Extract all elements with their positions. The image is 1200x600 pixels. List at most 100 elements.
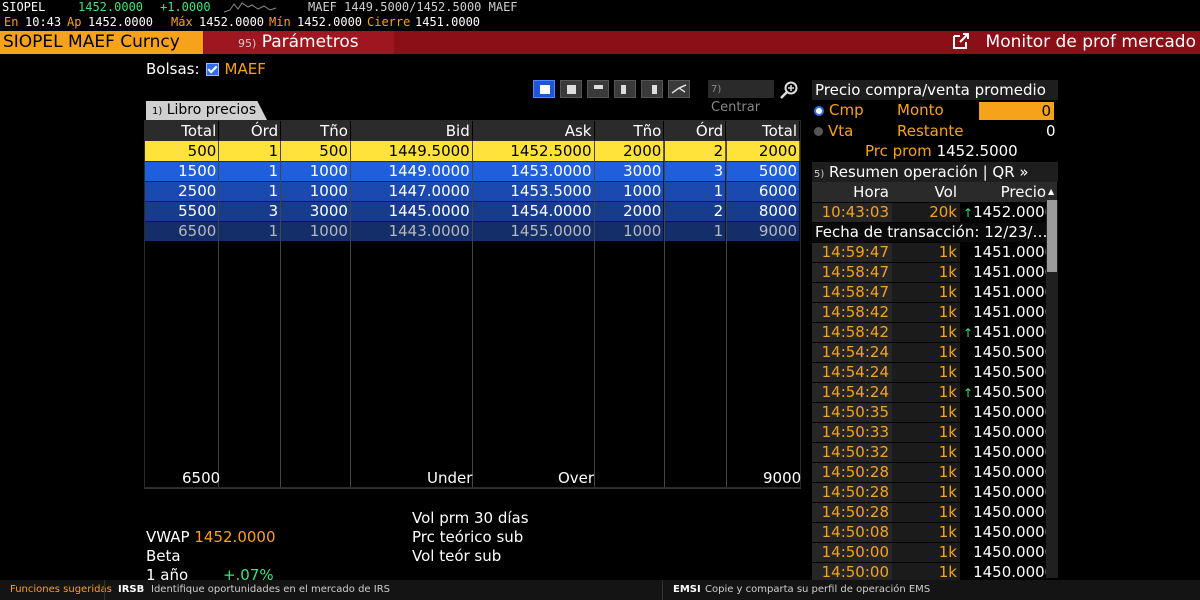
trade-volume: 1k [892,321,960,342]
parametros-button[interactable]: 95) Parámetros [204,31,394,54]
trade-price-cell: 1450.0000 [960,501,1058,522]
chart-line-icon [671,84,687,94]
trade-row[interactable]: 14:50:33 1k 1450.0000 [812,421,1058,442]
trade-price-cell: ↑1451.0000 [960,321,1058,342]
order-book-cell: 1445.0000 [350,201,473,222]
order-book-cell: 1447.0000 [350,181,473,202]
vta-radio[interactable]: Vta [814,122,853,140]
funciones-sugeridas-link[interactable]: Funciones sugeridas [10,580,112,600]
trade-row[interactable]: 14:58:42 1k ↑1451.0000 [812,321,1058,342]
resumen-operacion-header[interactable]: 5) Resumen operación | QR » [812,162,1058,182]
trade-volume: 1k [892,301,960,322]
trade-row[interactable]: 14:59:47 1k 1451.0000 [812,241,1058,262]
restante-label: Restante [897,122,964,140]
cmp-radio[interactable]: Cmp [814,101,864,119]
ticker-change: +1.0000 [160,0,211,14]
beta-label: Beta [146,547,181,565]
maef-checkbox[interactable] [205,63,219,76]
irsb-code[interactable]: IRSB [118,580,144,600]
trade-row[interactable]: 14:54:24 1k ↑1450.5000 [812,381,1058,402]
emsi-code[interactable]: EMSI [673,580,701,600]
monto-input[interactable]: 0 [979,102,1054,120]
trade-row[interactable]: 14:58:47 1k 1451.0000 [812,281,1058,302]
order-book-cell: 1000 [280,181,351,202]
book-column-header[interactable]: Tño [280,121,351,141]
trade-row[interactable]: 14:50:32 1k 1450.0000 [812,441,1058,462]
trade-row[interactable]: 14:54:24 1k 1450.5000 [812,341,1058,362]
uptick-arrow-icon: ↑ [963,326,974,340]
book-column-header[interactable]: Ask [472,121,595,141]
order-book-cell: 1454.0000 [472,201,595,222]
trade-price: 1452.0000 [973,203,1055,221]
divider [144,488,801,489]
trade-time: 14:58:42 [812,321,892,342]
ticker-ap-label: Ap [67,15,82,29]
book-column-header[interactable]: Bid [350,121,473,141]
trade-volume: 1k [892,561,960,582]
hora-column-header[interactable]: Hora [812,182,892,202]
order-book-cell: 1 [218,141,282,162]
ticker-last-price: 1452.0000 [78,0,144,14]
order-book-cell: 1000 [594,181,665,202]
trade-row[interactable]: 14:54:24 1k 1450.5000 [812,361,1058,382]
ticker-en-label: En [4,15,19,29]
prc-prom: Prc prom 1452.5000 [865,142,1018,160]
trade-row[interactable]: 14:58:47 1k 1451.0000 [812,261,1058,282]
order-book: Total Órd Tño Bid Ask Tño Órd Total 500 1 500 1449… [144,120,801,488]
scrollbar-thumb[interactable] [1047,200,1057,272]
column-divider [350,141,351,487]
precio-column-header[interactable]: Precio ▲ [960,182,1058,202]
book-column-header[interactable]: Total [725,121,800,141]
ticker-time: 10:43 [25,15,62,29]
ticker-row-2: En 10:43 Ap 1452.0000 Máx 1452.0000 Mín … [0,15,1200,30]
centrar-number: 7) [711,84,722,95]
trade-row[interactable]: 14:50:28 1k 1450.0000 [812,501,1058,522]
trade-row[interactable]: 14:50:00 1k 1450.0000 [812,561,1058,582]
view-list-button[interactable] [560,80,582,98]
security-title[interactable]: SIOPEL MAEF Curncy [0,31,203,54]
book-column-header[interactable]: Tño [594,121,665,141]
trade-time: 14:59:47 [812,241,892,262]
tab-libro-precios[interactable]: 1) Libro precios [146,101,267,120]
ticker-min: 1452.0000 [297,15,363,29]
bid-view-icon [621,85,626,94]
irsb-description[interactable]: Identifique oportunidades en el mercado … [151,580,390,600]
trade-price: 1450.0000 [973,423,1055,441]
centrar-button[interactable]: 7) Centrar [708,80,774,115]
order-book-cell: 2000 [594,141,665,162]
zoom-search-icon[interactable] [779,80,799,100]
book-column-header[interactable]: Total [145,121,220,141]
trade-row[interactable]: 14:50:28 1k 1450.0000 [812,461,1058,482]
trade-volume: 1k [892,381,960,402]
view-bid-button[interactable] [614,80,636,98]
order-book-cell: 6000 [725,181,800,202]
trade-row[interactable]: 14:50:08 1k 1450.0000 [812,521,1058,542]
book-column-header[interactable]: Órd [218,121,282,141]
tab-number: 1) [152,106,163,117]
trade-row[interactable]: 14:50:28 1k 1450.0000 [812,481,1058,502]
trade-volume: 1k [892,521,960,542]
view-ask-button[interactable] [641,80,663,98]
trade-row[interactable]: 10:43:03 20k ↑1452.0000 [812,201,1058,222]
radio-unselected-icon [814,127,823,136]
trade-time: 14:50:28 [812,501,892,522]
view-split-button[interactable] [587,80,609,98]
vol-column-header[interactable]: Vol [892,182,960,202]
book-column-header[interactable]: Órd [663,121,727,141]
monitor-button[interactable]: Monitor de prof mercado [952,31,1200,54]
trade-row[interactable]: 14:50:35 1k 1450.0000 [812,401,1058,422]
ticker-quote: MAEF 1449.5000/1452.5000 MAEF [308,0,518,14]
vwap-label: VWAP [146,528,190,546]
order-book-cell: 3000 [280,201,351,222]
view-book-button[interactable] [533,80,555,98]
order-book-cell: 2500 [145,181,220,202]
view-chart-button[interactable] [668,80,690,98]
trade-row[interactable]: 14:58:42 1k 1451.0000 [812,301,1058,322]
ticker-cierre: 1451.0000 [415,15,481,29]
order-book-cell: 1000 [280,161,351,182]
emsi-description[interactable]: Copie y comparta su perfil de operación … [705,580,930,600]
trade-price-cell: 1450.0000 [960,441,1058,462]
restante-value: 0 [1046,122,1056,140]
trade-row[interactable]: 14:50:00 1k 1450.0000 [812,541,1058,562]
column-divider [218,141,219,487]
